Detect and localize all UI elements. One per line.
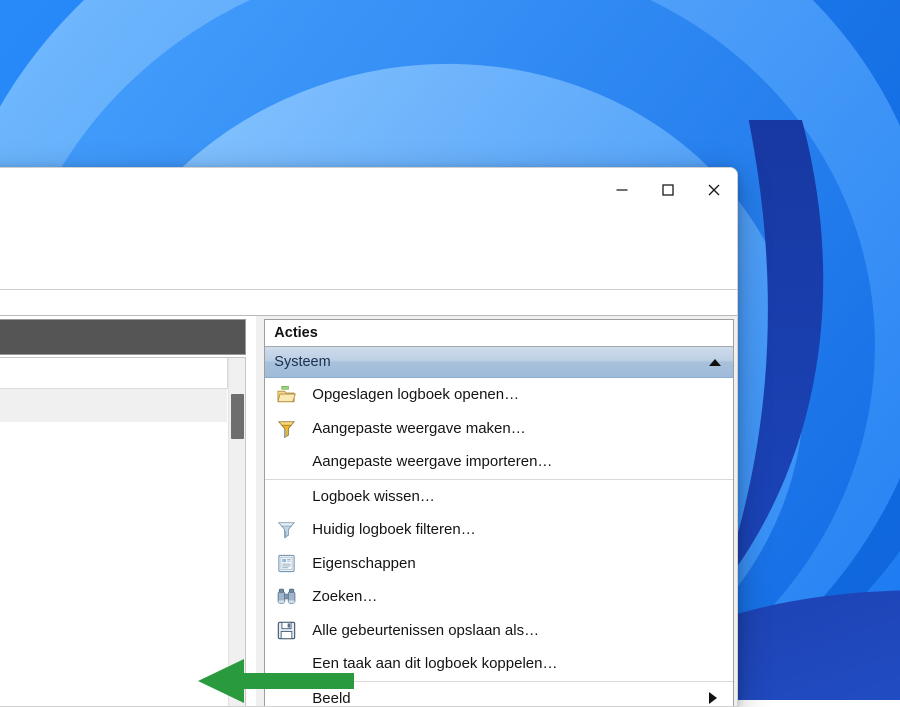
action-item-label: Zoeken… <box>312 588 377 605</box>
pane-splitter[interactable] <box>256 316 264 707</box>
action-item-8[interactable]: Alle gebeurtenissen opslaan als… <box>265 614 733 648</box>
table-row[interactable]: 4(11) <box>0 690 228 707</box>
filter-funnel-icon <box>274 417 298 439</box>
event-table: … Taakcategorie 0Geen0Geen4Geen9Windows … <box>0 358 228 707</box>
actions-group-label: Systeem <box>274 354 330 370</box>
table-header-row: … Taakcategorie <box>0 358 228 388</box>
table-row[interactable]: 4Geen <box>0 455 228 489</box>
action-item-content: Een taak aan dit logboek koppelen… <box>274 653 557 675</box>
action-item-label: Huidig logboek filteren… <box>312 521 475 538</box>
action-item-5[interactable]: Huidig logboek filteren… <box>265 513 733 547</box>
cell-task-category: Windows Update-… <box>0 556 228 590</box>
event-list-pane: … Taakcategorie 0Geen0Geen4Geen9Windows … <box>0 316 256 707</box>
cell-task-category: Geen <box>0 388 228 422</box>
save-disk-icon <box>274 619 298 641</box>
no-icon <box>274 451 298 473</box>
event-list-scrollbar-thumb[interactable] <box>231 394 244 439</box>
properties-icon <box>274 552 298 574</box>
actions-group-header-systeem[interactable]: Systeem <box>265 347 733 378</box>
window-caption-buttons <box>599 168 737 212</box>
action-item-4[interactable]: Logboek wissen… <box>265 480 733 514</box>
action-item-content: Aangepaste weergave maken… <box>274 417 525 439</box>
chevron-up-icon[interactable] <box>709 359 721 366</box>
action-item-content: Logboek wissen… <box>274 485 435 507</box>
action-item-label: Logboek wissen… <box>312 488 435 505</box>
chevron-right-icon[interactable] <box>709 692 717 704</box>
event-list-area[interactable]: … Taakcategorie 0Geen0Geen4Geen9Windows … <box>0 358 228 707</box>
action-item-label: Eigenschappen <box>312 555 415 572</box>
action-item-label: Een taak aan dit logboek koppelen… <box>312 655 557 672</box>
table-row[interactable]: 0Geen <box>0 388 228 422</box>
column-header-task-category[interactable]: Taakcategorie <box>0 358 228 388</box>
command-bar[interactable] <box>0 290 737 316</box>
action-item-7[interactable]: Zoeken… <box>265 580 733 614</box>
cell-task-category: Geen <box>0 522 228 556</box>
cell-task-category: Geen <box>0 623 228 657</box>
event-viewer-window: … Taakcategorie 0Geen0Geen4Geen9Windows … <box>0 167 738 707</box>
event-list-scrollbar[interactable] <box>228 358 245 707</box>
window-titlebar <box>0 168 737 246</box>
minimize-icon <box>615 183 629 197</box>
actions-item-list: Opgeslagen logboek openen… Aangepaste wee… <box>265 378 733 707</box>
action-item-content: Alle gebeurtenissen opslaan als… <box>274 619 539 641</box>
cell-task-category: Windows Update-… <box>0 489 228 523</box>
cell-task-category: Geen <box>0 422 228 456</box>
no-icon <box>274 687 298 707</box>
no-icon <box>274 485 298 507</box>
cell-task-category: Geen <box>0 455 228 489</box>
table-row[interactable]: 9Windows Update-… <box>0 489 228 523</box>
action-item-10[interactable]: Beeld <box>265 682 733 707</box>
action-item-content: Huidig logboek filteren… <box>274 519 475 541</box>
action-item-label: Beeld <box>312 690 350 707</box>
cell-task-category: Windows Update-… <box>0 589 228 623</box>
event-detail-header <box>0 319 246 355</box>
action-item-2[interactable]: Aangepaste weergave maken… <box>265 412 733 446</box>
cell-task-category: (5) <box>0 656 228 690</box>
filter-funnel-icon <box>274 519 298 541</box>
window-body: … Taakcategorie 0Geen0Geen4Geen9Windows … <box>0 316 737 707</box>
event-list-container: … Taakcategorie 0Geen0Geen4Geen9Windows … <box>0 357 246 707</box>
table-row[interactable]: 5Geen <box>0 623 228 657</box>
action-item-9[interactable]: Een taak aan dit logboek koppelen… <box>265 647 733 681</box>
maximize-button[interactable] <box>645 168 691 212</box>
action-item-label: Aangepaste weergave importeren… <box>312 453 552 470</box>
action-item-content: Opgeslagen logboek openen… <box>274 384 519 406</box>
table-row[interactable]: 1(5) <box>0 656 228 690</box>
actions-pane: Acties Systeem Opgeslagen logboek openen… <box>264 319 734 707</box>
no-icon <box>274 653 298 675</box>
actions-pane-title: Acties <box>265 320 733 347</box>
minimize-button[interactable] <box>599 168 645 212</box>
table-row[interactable]: 0Geen <box>0 422 228 456</box>
action-item-label: Opgeslagen logboek openen… <box>312 386 519 403</box>
table-row[interactable]: 3Windows Update-… <box>0 556 228 590</box>
cell-task-category: (11) <box>0 690 228 707</box>
table-row[interactable]: 4Windows Update-… <box>0 589 228 623</box>
action-item-content: Beeld <box>274 687 350 707</box>
action-item-label: Aangepaste weergave maken… <box>312 420 525 437</box>
event-table-body: 0Geen0Geen4Geen9Windows Update-…7Geen3Wi… <box>0 388 228 707</box>
action-item-content: Aangepaste weergave importeren… <box>274 451 552 473</box>
table-row[interactable]: 7Geen <box>0 522 228 556</box>
menu-bar[interactable] <box>0 246 737 290</box>
action-item-1[interactable]: Opgeslagen logboek openen… <box>265 378 733 412</box>
action-item-content: Eigenschappen <box>274 552 415 574</box>
action-item-label: Alle gebeurtenissen opslaan als… <box>312 622 539 639</box>
action-item-3[interactable]: Aangepaste weergave importeren… <box>265 445 733 479</box>
open-folder-icon <box>274 384 298 406</box>
action-item-content: Zoeken… <box>274 586 377 608</box>
close-icon <box>707 183 721 197</box>
action-item-6[interactable]: Eigenschappen <box>265 547 733 581</box>
binoculars-icon <box>274 586 298 608</box>
close-button[interactable] <box>691 168 737 212</box>
maximize-icon <box>661 183 675 197</box>
